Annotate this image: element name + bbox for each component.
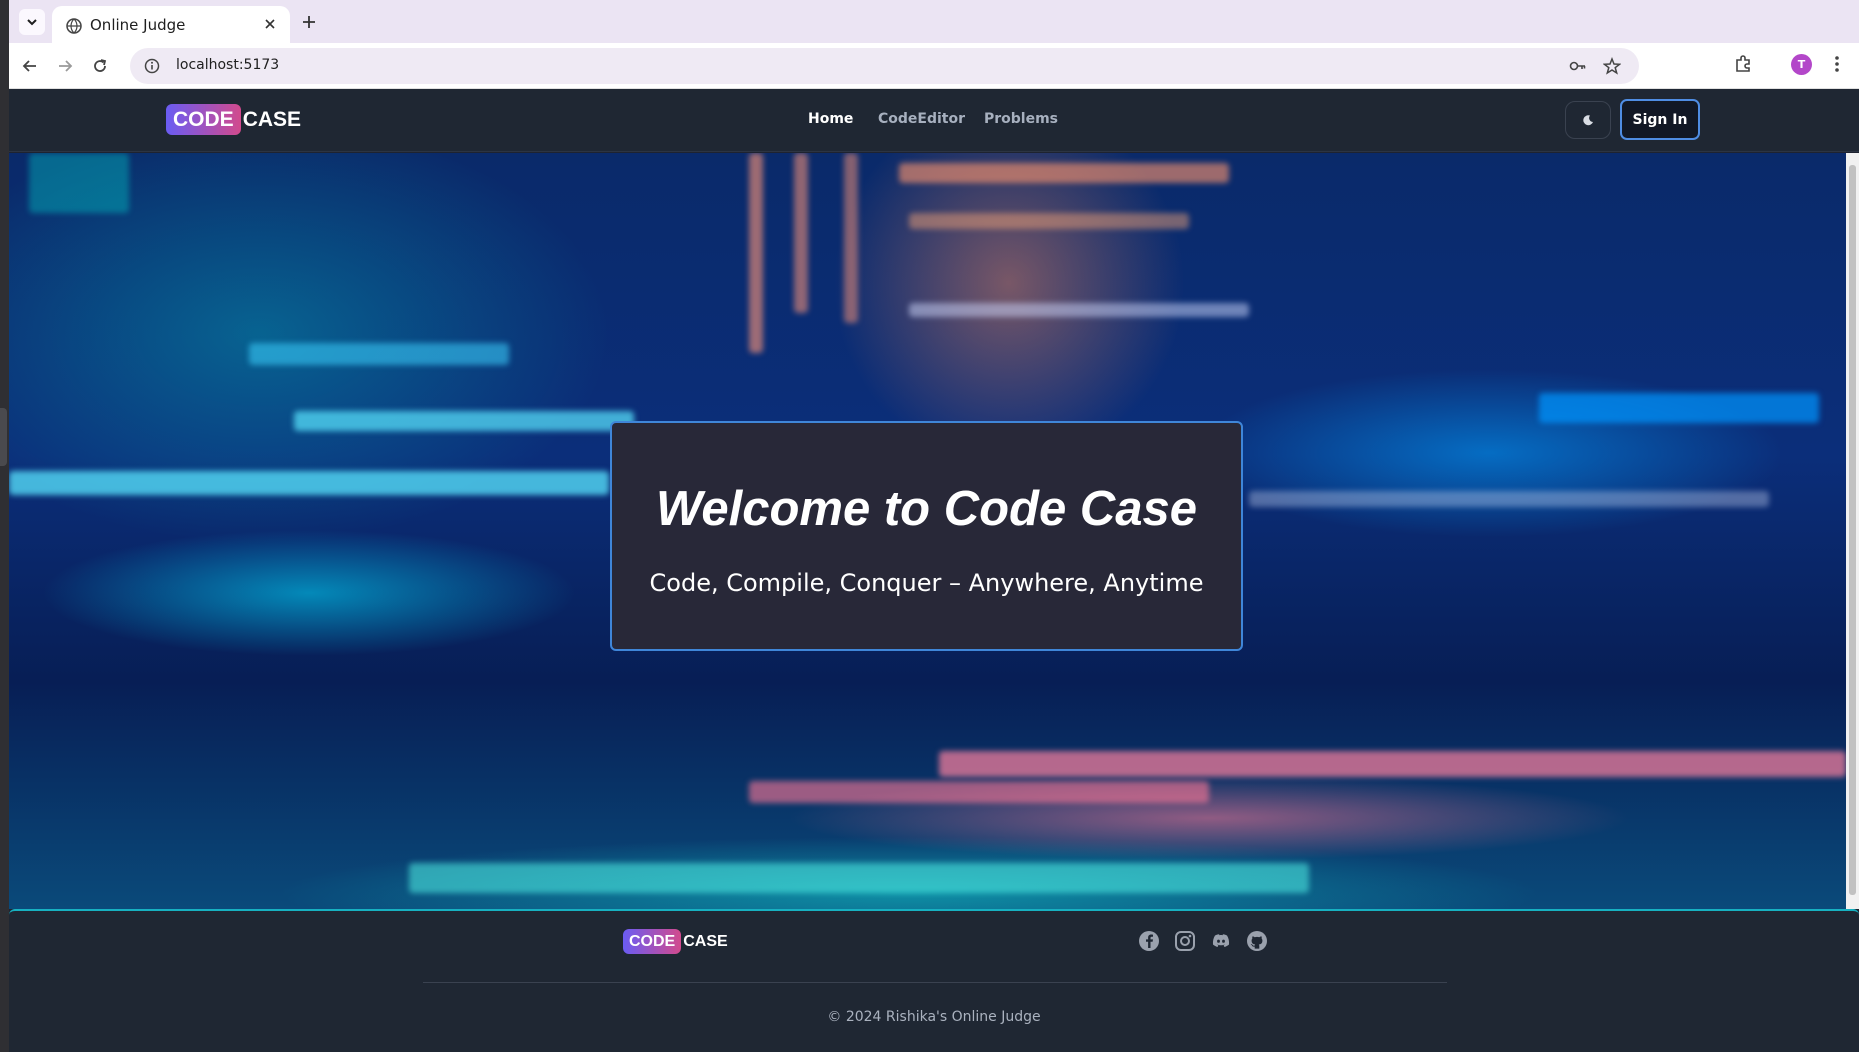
reload-button[interactable] [88, 54, 112, 78]
hero-decoration [1249, 491, 1769, 507]
hero-decoration [794, 153, 808, 313]
hero-decoration [1539, 393, 1819, 423]
close-icon[interactable] [262, 16, 278, 32]
site-navbar: CODE CASE Home CodeEditor Problems Sign … [9, 89, 1859, 152]
sign-in-button[interactable]: Sign In [1620, 99, 1700, 140]
desktop-edge [0, 0, 9, 1052]
footer-divider [423, 982, 1447, 983]
browser-toolbar: localhost:5173 [9, 43, 1859, 89]
hero-decoration [909, 303, 1249, 317]
url-text: localhost:5173 [176, 57, 280, 73]
hero-decoration [749, 153, 763, 353]
copyright-text: © 2024 Rishika's Online Judge [827, 1009, 1041, 1025]
password-key-icon[interactable] [1569, 58, 1587, 74]
back-button[interactable] [18, 54, 42, 78]
logo-case: CASE [242, 107, 302, 131]
arrow-right-icon [59, 60, 73, 72]
hero-decoration [409, 863, 1309, 893]
site-info-icon[interactable] [144, 58, 160, 74]
reload-icon [94, 59, 107, 72]
hero-subtitle: Code, Compile, Conquer – Anywhere, Anyti… [649, 569, 1204, 597]
logo-code: CODE [623, 929, 682, 954]
globe-icon [66, 18, 82, 34]
browser-tab[interactable]: Online Judge [52, 6, 290, 43]
facebook-icon[interactable] [1138, 930, 1160, 952]
hero-decoration [9, 471, 609, 495]
hero-decoration [939, 751, 1846, 777]
forward-button[interactable] [53, 54, 77, 78]
welcome-card: Welcome to Code Case Code, Compile, Conq… [610, 421, 1243, 651]
profile-avatar[interactable]: T [1791, 54, 1812, 75]
chevron-down-icon [27, 19, 37, 26]
arrow-left-icon [22, 60, 36, 72]
hero-decoration [749, 781, 1209, 803]
discord-icon[interactable] [1210, 930, 1232, 952]
dock-handle [0, 408, 7, 466]
bookmark-star-icon[interactable] [1603, 57, 1621, 75]
nav-problems[interactable]: Problems [984, 111, 1058, 127]
logo-case: CASE [683, 932, 728, 950]
nav-codeeditor[interactable]: CodeEditor [878, 111, 965, 127]
footer-logo[interactable]: CODE CASE [623, 929, 728, 954]
hero-decoration [844, 153, 858, 323]
tab-search-button[interactable] [19, 9, 45, 35]
web-page: CODE CASE Home CodeEditor Problems Sign … [9, 89, 1859, 1052]
hero-decoration [249, 343, 509, 365]
hero-decoration [909, 213, 1189, 229]
scrollbar-thumb[interactable] [1849, 165, 1856, 895]
tab-strip: Online Judge [9, 0, 1859, 43]
more-vert-icon[interactable] [1834, 55, 1840, 73]
hero-section: Welcome to Code Case Code, Compile, Conq… [9, 153, 1846, 909]
new-tab-icon[interactable] [299, 12, 319, 32]
tab-title: Online Judge [90, 16, 186, 34]
theme-toggle-button[interactable] [1565, 101, 1611, 139]
hero-title: Welcome to Code Case [656, 482, 1197, 536]
github-icon[interactable] [1246, 930, 1268, 952]
hero-decoration [899, 163, 1229, 183]
moon-icon [1583, 115, 1593, 126]
instagram-icon[interactable] [1174, 930, 1196, 952]
address-bar[interactable]: localhost:5173 [130, 48, 1639, 84]
site-footer: CODE CASE © 2024 Rishika's Online Judge [9, 909, 1859, 1052]
site-logo[interactable]: CODE CASE [166, 104, 301, 135]
logo-code: CODE [166, 104, 241, 135]
hero-decoration [294, 411, 634, 431]
extensions-icon[interactable] [1734, 54, 1754, 74]
nav-home[interactable]: Home [808, 111, 853, 127]
browser-window: Online Judge localhost:5173 T CODE CASE … [9, 0, 1859, 1052]
page-scrollbar[interactable] [1846, 153, 1859, 909]
hero-decoration [29, 153, 129, 213]
